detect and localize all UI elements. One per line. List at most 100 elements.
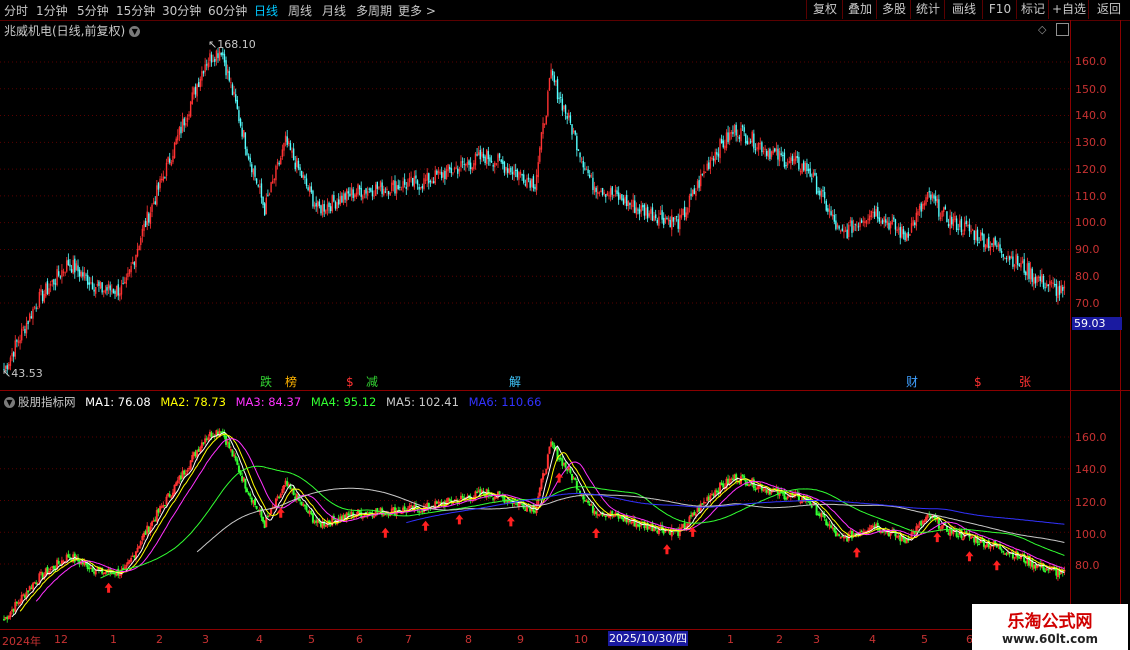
add-watchlist-button[interactable]: +自选 <box>1048 0 1089 19</box>
mark-button[interactable]: 标记 <box>1016 0 1049 19</box>
indicator-candle <box>612 515 615 518</box>
candle <box>669 216 671 228</box>
indicator-candle <box>286 477 289 488</box>
candle <box>471 166 473 174</box>
tab-15min[interactable]: 15分钟 <box>116 2 155 19</box>
candle <box>830 206 832 217</box>
event-marker[interactable]: 跌 <box>258 376 274 389</box>
f10-button[interactable]: F10 <box>982 0 1017 19</box>
indicator-candle <box>67 550 70 558</box>
tab-5min[interactable]: 5分钟 <box>77 2 109 19</box>
candle <box>759 137 761 150</box>
tab-multi-period[interactable]: 多周期 <box>356 2 392 19</box>
event-marker[interactable]: $ <box>344 376 356 389</box>
indicator-chart[interactable] <box>0 391 1070 629</box>
multi-stock-button[interactable]: 多股 <box>876 0 911 19</box>
candle <box>569 112 572 125</box>
candle <box>1018 263 1021 267</box>
candle <box>391 176 393 194</box>
candle <box>634 195 636 214</box>
price-tick: 120.0 <box>1075 163 1107 176</box>
candle <box>857 222 860 232</box>
tab-daily[interactable]: 日线 <box>254 2 278 19</box>
candle <box>912 216 914 227</box>
candle <box>524 179 527 187</box>
candle <box>597 185 599 200</box>
candle <box>785 161 787 170</box>
candle <box>888 216 890 231</box>
tab-timeshare[interactable]: 分时 <box>4 2 28 19</box>
candle <box>614 184 617 197</box>
candle <box>605 193 607 203</box>
candle <box>162 170 164 183</box>
candle <box>849 216 852 227</box>
candle <box>757 142 760 156</box>
tab-weekly[interactable]: 周线 <box>288 2 312 19</box>
candle <box>259 179 261 194</box>
candle <box>151 203 153 218</box>
candle <box>204 57 206 77</box>
event-marker[interactable]: 减 <box>364 376 380 389</box>
candle <box>226 64 229 80</box>
stats-button[interactable]: 统计 <box>910 0 945 19</box>
x-axis-label: 3 <box>813 633 820 646</box>
candle <box>566 112 568 125</box>
candle <box>96 279 99 287</box>
adjust-button[interactable]: 复权 <box>806 0 843 19</box>
candle <box>272 174 274 184</box>
candle <box>17 336 20 347</box>
candle <box>934 190 937 206</box>
candle <box>115 285 118 298</box>
candle <box>421 183 424 193</box>
draw-line-button[interactable]: 画线 <box>944 0 983 19</box>
candle <box>375 181 377 196</box>
candle <box>384 187 387 194</box>
event-marker[interactable]: 财 <box>904 376 920 389</box>
tab-more[interactable]: 更多 > <box>398 2 436 19</box>
candle <box>225 56 227 79</box>
event-marker[interactable]: $ <box>972 376 984 389</box>
event-marker[interactable]: 张 <box>1017 376 1033 389</box>
event-marker[interactable]: 榜 <box>283 376 299 389</box>
chevron-down-icon[interactable]: ▼ <box>4 397 15 408</box>
candle <box>608 191 610 200</box>
candle <box>337 193 340 209</box>
indicator-name[interactable]: 股朋指标网 <box>18 395 76 409</box>
candle <box>214 56 216 67</box>
tab-monthly[interactable]: 月线 <box>322 2 346 19</box>
event-marker[interactable]: 解 <box>507 376 523 389</box>
candle <box>35 303 37 312</box>
candle <box>738 134 741 143</box>
candle <box>64 271 66 277</box>
tab-1min[interactable]: 1分钟 <box>36 2 68 19</box>
candle <box>584 162 586 171</box>
candle <box>645 202 647 219</box>
candle <box>328 201 330 214</box>
buy-arrow-icon <box>455 514 464 525</box>
candle <box>968 218 971 237</box>
candle <box>175 136 177 145</box>
candle <box>529 178 531 191</box>
candle <box>407 178 409 191</box>
back-button[interactable]: 返回 <box>1088 0 1129 19</box>
candle <box>878 211 881 224</box>
candle <box>743 124 745 137</box>
candle <box>254 165 256 181</box>
tab-60min[interactable]: 60分钟 <box>208 2 247 19</box>
tab-30min[interactable]: 30分钟 <box>162 2 201 19</box>
candle <box>1063 280 1066 295</box>
candle <box>825 198 827 212</box>
candle <box>196 83 198 102</box>
candle <box>992 237 995 252</box>
candle <box>1000 248 1003 259</box>
candlestick-chart[interactable] <box>0 20 1070 390</box>
candle <box>450 162 453 177</box>
candle <box>611 186 613 200</box>
candle <box>859 217 861 231</box>
candle <box>696 178 699 191</box>
candle <box>846 223 848 240</box>
candle <box>74 255 76 279</box>
indicator-candle <box>162 501 165 509</box>
overlay-button[interactable]: 叠加 <box>842 0 877 19</box>
x-axis-label: 6 <box>356 633 363 646</box>
